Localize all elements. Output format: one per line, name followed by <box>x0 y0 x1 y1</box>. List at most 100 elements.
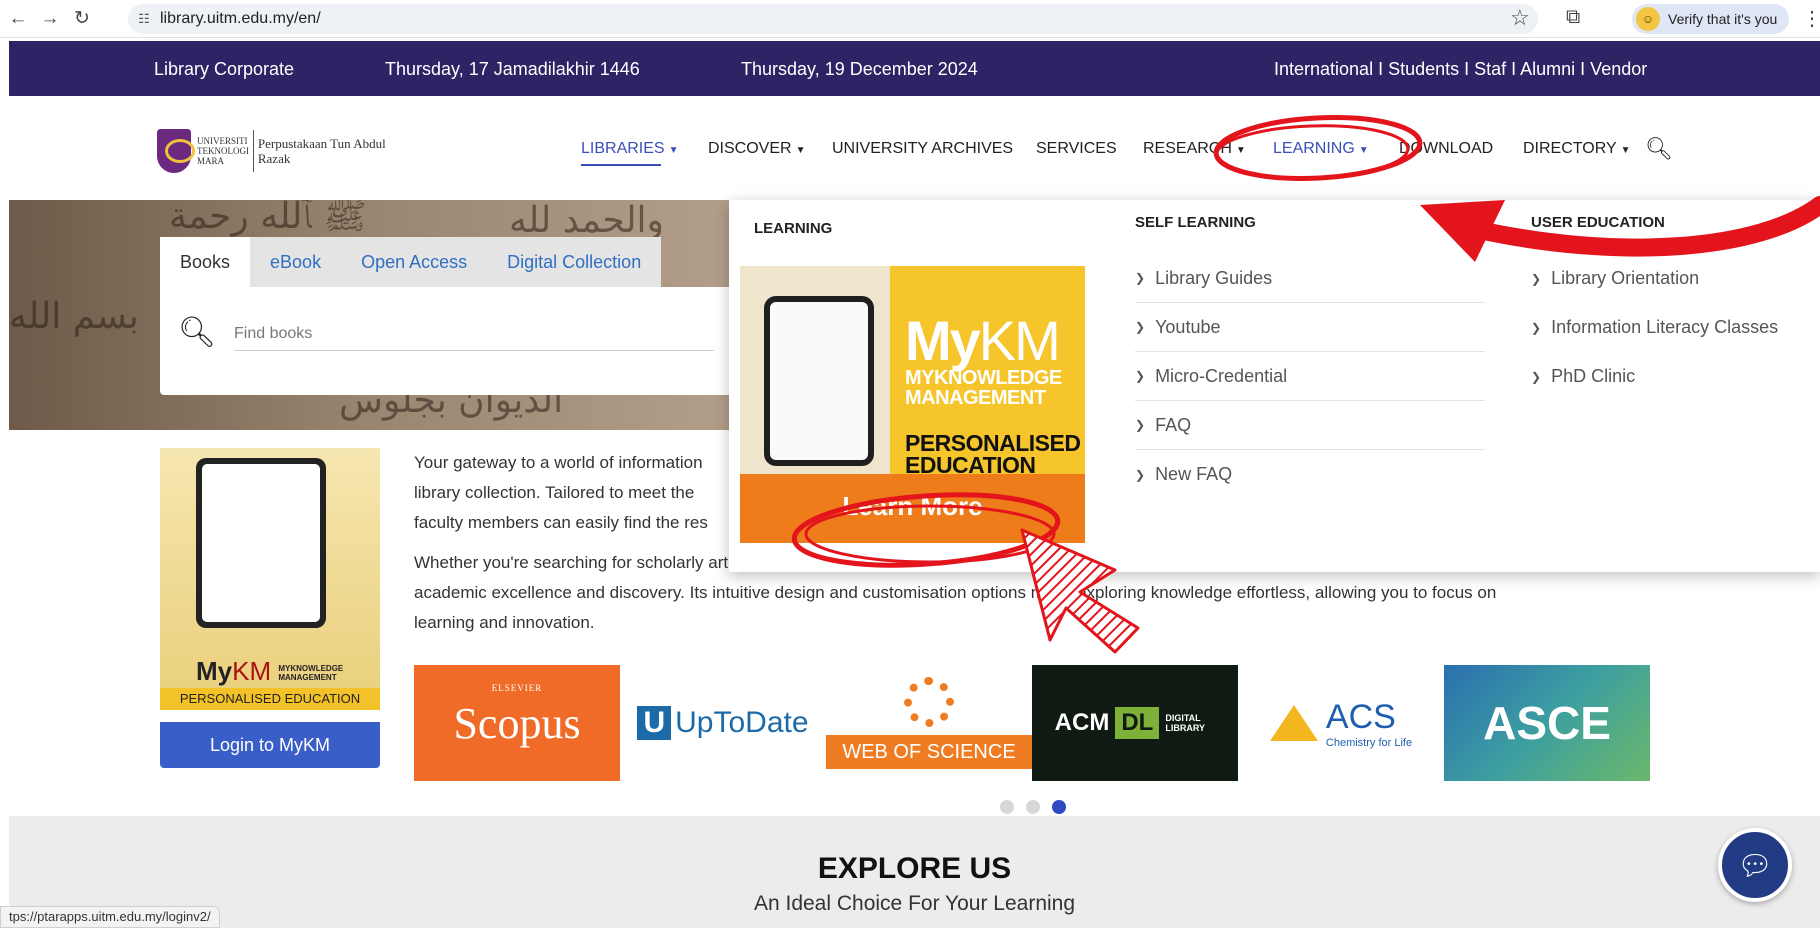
audience-links[interactable]: International I Students I Staf I Alumni… <box>1274 59 1647 80</box>
self-learning-list: ❯ Library Guides ❯ Youtube ❯ Micro-Credenti… <box>1135 254 1485 499</box>
acs-logo[interactable]: ACS Chemistry for Life <box>1238 665 1444 781</box>
uptodate-logo[interactable]: U UpToDate <box>620 665 826 781</box>
nav-discover[interactable]: DISCOVER ▼ <box>708 140 805 158</box>
profile-verify-chip[interactable]: ☺ Verify that it's you <box>1632 4 1790 34</box>
nav-services[interactable]: SERVICES <box>1036 140 1117 158</box>
intro-line: learning and innovation. <box>414 613 595 632</box>
chat-bubble-icon: 💬︎ <box>1737 849 1773 881</box>
intro-line: academic excellence and discovery. Its i… <box>414 583 1497 602</box>
nav-learning[interactable]: LEARNING ▼ <box>1273 140 1369 158</box>
back-arrow-icon[interactable]: ← <box>4 5 32 33</box>
learn-more-button[interactable]: Learn More <box>740 474 1085 543</box>
chevron-right-icon: ❯ <box>1135 320 1146 334</box>
carousel-dot-active[interactable] <box>1052 800 1066 814</box>
verify-label: Verify that it's you <box>1668 11 1778 27</box>
chevron-down-icon: ▼ <box>668 145 679 156</box>
menu-item-youtube[interactable]: ❯ Youtube <box>1135 303 1485 352</box>
find-books-input[interactable] <box>234 317 714 351</box>
mykm-promo-card[interactable]: MyKM MYKNOWLEDGE MANAGEMENT PERSONALISED… <box>160 448 380 710</box>
database-carousel: ELSEVIER Scopus U UpToDate WEB OF SCIENCE… <box>414 665 1654 781</box>
chevron-right-icon: ❯ <box>1135 271 1146 285</box>
forward-arrow-icon[interactable]: → <box>36 5 64 33</box>
carousel-dot[interactable] <box>1000 800 1014 814</box>
explore-section: EXPLORE US An Ideal Choice For Your Lear… <box>9 816 1820 928</box>
tablet-illustration <box>196 458 326 628</box>
menu-item-micro-credential[interactable]: ❯ Micro-Credential <box>1135 352 1485 401</box>
bookmark-star-icon[interactable]: ☆ <box>1510 5 1530 31</box>
uitm-crest-icon <box>157 129 196 173</box>
site-settings-icon[interactable]: ☷ <box>128 11 160 27</box>
search-panel: 🔍︎ <box>160 287 740 395</box>
chevron-right-icon: ❯ <box>1135 369 1146 383</box>
nav-discover-label: DISCOVER <box>708 140 792 157</box>
carousel-dot[interactable] <box>1026 800 1040 814</box>
acm-label: ACM <box>1054 709 1110 736</box>
acs-label: ACS <box>1325 697 1396 736</box>
menu-item-library-guides[interactable]: ❯ Library Guides <box>1135 254 1485 303</box>
acm-sub: DIGITAL LIBRARY <box>1165 713 1205 733</box>
mykm-promo-banner[interactable]: MyKM MYKNOWLEDGE MANAGEMENT PERSONALISED E… <box>740 266 1085 543</box>
main-navigation: UNIVERSITI TEKNOLOGI MARA Perpustakaan T… <box>9 96 1820 200</box>
nav-download[interactable]: DOWNLOAD <box>1399 140 1493 158</box>
promo-brand: MyKM <box>905 308 1061 373</box>
menu-item-faq[interactable]: ❯ FAQ <box>1135 401 1485 450</box>
menu-item-label: PhD Clinic <box>1551 366 1636 386</box>
search-tabs: Books eBook Open Access Digital Collecti… <box>160 237 662 287</box>
avatar: ☺ <box>1636 7 1660 31</box>
status-bar-url: tps://ptarapps.uitm.edu.my/loginv2/ <box>0 906 220 928</box>
login-mykm-button[interactable]: Login to MyKM <box>160 722 380 768</box>
promo-subtitle: MYKNOWLEDGE MANAGEMENT <box>905 368 1062 408</box>
reload-icon[interactable]: ↻ <box>68 5 96 33</box>
tablet-illustration <box>764 296 874 466</box>
nav-research[interactable]: RESEARCH ▼ <box>1143 140 1246 158</box>
tab-open-access[interactable]: Open Access <box>341 237 488 287</box>
tab-ebook[interactable]: eBook <box>250 237 342 287</box>
mykm-brand: MyKM MYKNOWLEDGE MANAGEMENT <box>196 656 344 687</box>
nav-university-archives[interactable]: UNIVERSITY ARCHIVES <box>832 140 1013 158</box>
chevron-down-icon: ▼ <box>1358 145 1369 156</box>
uptodate-label: UpToDate <box>675 706 809 739</box>
chevron-down-icon: ▼ <box>795 145 806 156</box>
mykm-brand-sub: MYKNOWLEDGE MANAGEMENT <box>278 664 344 683</box>
chevron-down-icon: ▼ <box>1235 145 1246 156</box>
chat-button[interactable]: 💬︎ <box>1718 828 1792 902</box>
menu-item-label: Library Orientation <box>1551 268 1700 288</box>
menu-item-phd-clinic[interactable]: ❯ PhD Clinic <box>1531 352 1820 401</box>
nav-directory-label: DIRECTORY <box>1523 140 1617 157</box>
tab-books[interactable]: Books <box>160 237 251 287</box>
nav-directory[interactable]: DIRECTORY ▼ <box>1523 140 1631 158</box>
menu-item-label: New FAQ <box>1155 464 1233 484</box>
menu-item-information-literacy-classes[interactable]: ❯ Information Literacy Classes <box>1531 303 1820 352</box>
intro-line: Your gateway to a world of information <box>414 453 703 472</box>
promo-subtitle-line: MYKNOWLEDGE <box>905 367 1062 389</box>
calligraphy-decoration: ﺑﺴﻢ ﺍﻟﻠﻪ <box>9 296 139 337</box>
chevron-right-icon: ❯ <box>1135 467 1146 482</box>
promo-tagline: PERSONALISED EDUCATION <box>905 432 1081 477</box>
scopus-logo[interactable]: ELSEVIER Scopus <box>414 665 620 781</box>
nav-libraries[interactable]: LIBRARIES ▼ <box>581 140 679 166</box>
extensions-icon[interactable]: ⧉ <box>1566 6 1580 29</box>
asce-logo[interactable]: ASCE <box>1444 665 1650 781</box>
asce-label: ASCE <box>1483 697 1611 749</box>
promo-brand-my: My <box>905 309 981 372</box>
menu-item-library-orientation[interactable]: ❯ Library Orientation <box>1531 254 1820 303</box>
address-bar[interactable]: ☷ library.uitm.edu.my/en/ <box>128 4 1538 34</box>
browser-menu-icon[interactable]: ⋮ <box>1802 6 1820 31</box>
scopus-label: Scopus <box>453 698 581 748</box>
menu-item-label: Library Guides <box>1155 267 1273 288</box>
wos-burst-icon <box>904 677 954 727</box>
tab-digital-collection[interactable]: Digital Collection <box>487 237 662 287</box>
web-of-science-logo[interactable]: WEB OF SCIENCE <box>826 665 1032 781</box>
search-icon[interactable]: 🔍︎ <box>1645 136 1673 162</box>
intro-line: faculty members can easily find the res <box>414 513 708 532</box>
gregorian-date: Thursday, 19 December 2024 <box>741 59 978 79</box>
user-education-heading: USER EDUCATION <box>1531 214 1665 231</box>
logo-divider <box>253 130 254 172</box>
site-logo[interactable]: UNIVERSITI TEKNOLOGI MARA Perpustakaan T… <box>157 126 397 176</box>
library-corporate-link[interactable]: Library Corporate <box>154 59 294 80</box>
acm-dl-logo[interactable]: ACM DL DIGITAL LIBRARY <box>1032 665 1238 781</box>
menu-item-new-faq[interactable]: ❯ New FAQ <box>1135 450 1485 499</box>
nav-learning-label: LEARNING <box>1273 140 1355 157</box>
intro-line: library collection. Tailored to meet the <box>414 483 695 502</box>
hijri-date: Thursday, 17 Jamadilakhir 1446 <box>385 59 640 79</box>
